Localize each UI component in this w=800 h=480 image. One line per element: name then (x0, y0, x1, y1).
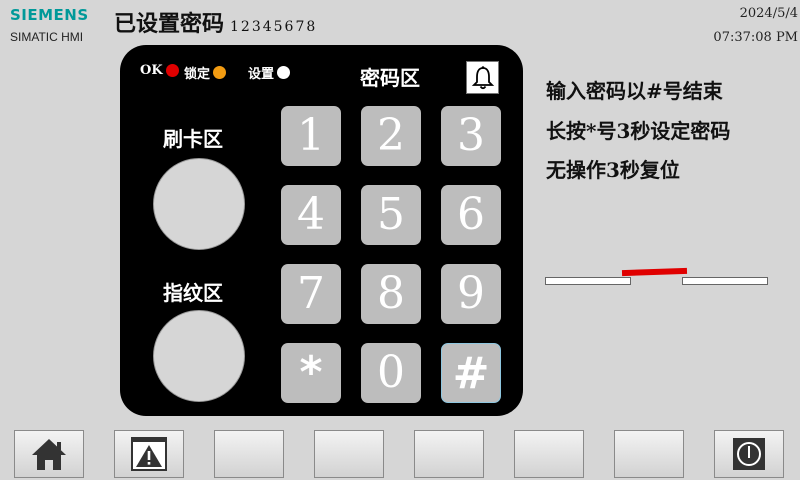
status-set: 设置 (248, 63, 291, 82)
status-ok-indicator (165, 64, 179, 77)
alarm-button[interactable] (114, 430, 184, 478)
key-1[interactable]: 1 (281, 106, 341, 166)
function-key-6[interactable] (514, 430, 584, 478)
power-icon (733, 438, 765, 470)
status-locked-label: 锁定 (184, 67, 211, 82)
function-key-3[interactable] (214, 430, 284, 478)
bell-button[interactable] (466, 61, 499, 94)
time-display: 07:37:08 PM (713, 30, 798, 45)
key-0[interactable]: 0 (361, 343, 421, 403)
function-key-5[interactable] (414, 430, 484, 478)
bell-icon (471, 65, 494, 89)
key-7[interactable]: 7 (281, 264, 341, 324)
brand-block: SIEMENS SIMATIC HMI (10, 6, 89, 44)
product-name: SIMATIC HMI (10, 30, 84, 44)
key-star[interactable]: * (281, 343, 341, 403)
key-3[interactable]: 3 (441, 106, 501, 166)
key-4[interactable]: 4 (281, 185, 341, 245)
status-ok-label: OK (140, 63, 163, 78)
title-text: 已设置密码 (114, 11, 225, 37)
instruction-line-2: 长按*号3秒设定密码 (546, 119, 731, 143)
date-display: 2024/5/4 (739, 6, 798, 21)
key-5[interactable]: 5 (361, 185, 421, 245)
instruction-line-3: 无操作3秒复位 (546, 158, 680, 182)
power-button[interactable] (714, 430, 784, 478)
function-key-4[interactable] (314, 430, 384, 478)
lock-bolt (621, 267, 688, 277)
password-area-label: 密码区 (360, 66, 420, 90)
key-8[interactable]: 8 (361, 264, 421, 324)
function-key-7[interactable] (614, 430, 684, 478)
warning-icon (131, 437, 167, 471)
instruction-line-1: 输入密码以#号结束 (546, 79, 723, 103)
card-reader-area[interactable] (153, 158, 245, 250)
page-title: 已设置密码 12345678 (114, 6, 317, 38)
fingerprint-area[interactable] (153, 310, 245, 402)
key-9[interactable]: 9 (441, 264, 501, 324)
key-6[interactable]: 6 (441, 185, 501, 245)
password-digits: 12345678 (230, 19, 318, 35)
key-2[interactable]: 2 (361, 106, 421, 166)
home-button[interactable] (14, 430, 84, 478)
home-icon (32, 439, 66, 470)
status-set-label: 设置 (248, 67, 275, 82)
status-locked: 锁定 (184, 63, 227, 82)
lock-bar-left (545, 277, 631, 285)
status-ok: OK (140, 63, 179, 78)
key-hash[interactable]: # (441, 343, 501, 403)
fingerprint-area-label: 指纹区 (163, 281, 223, 305)
status-locked-indicator (213, 66, 227, 79)
lock-bar-right (682, 277, 768, 285)
siemens-logo: SIEMENS (10, 6, 89, 24)
card-area-label: 刷卡区 (163, 127, 223, 151)
status-set-indicator (277, 66, 291, 79)
lock-panel: OK 锁定 设置 密码区 刷卡区 指纹区 1 2 3 4 5 6 7 8 9 *… (120, 45, 523, 416)
